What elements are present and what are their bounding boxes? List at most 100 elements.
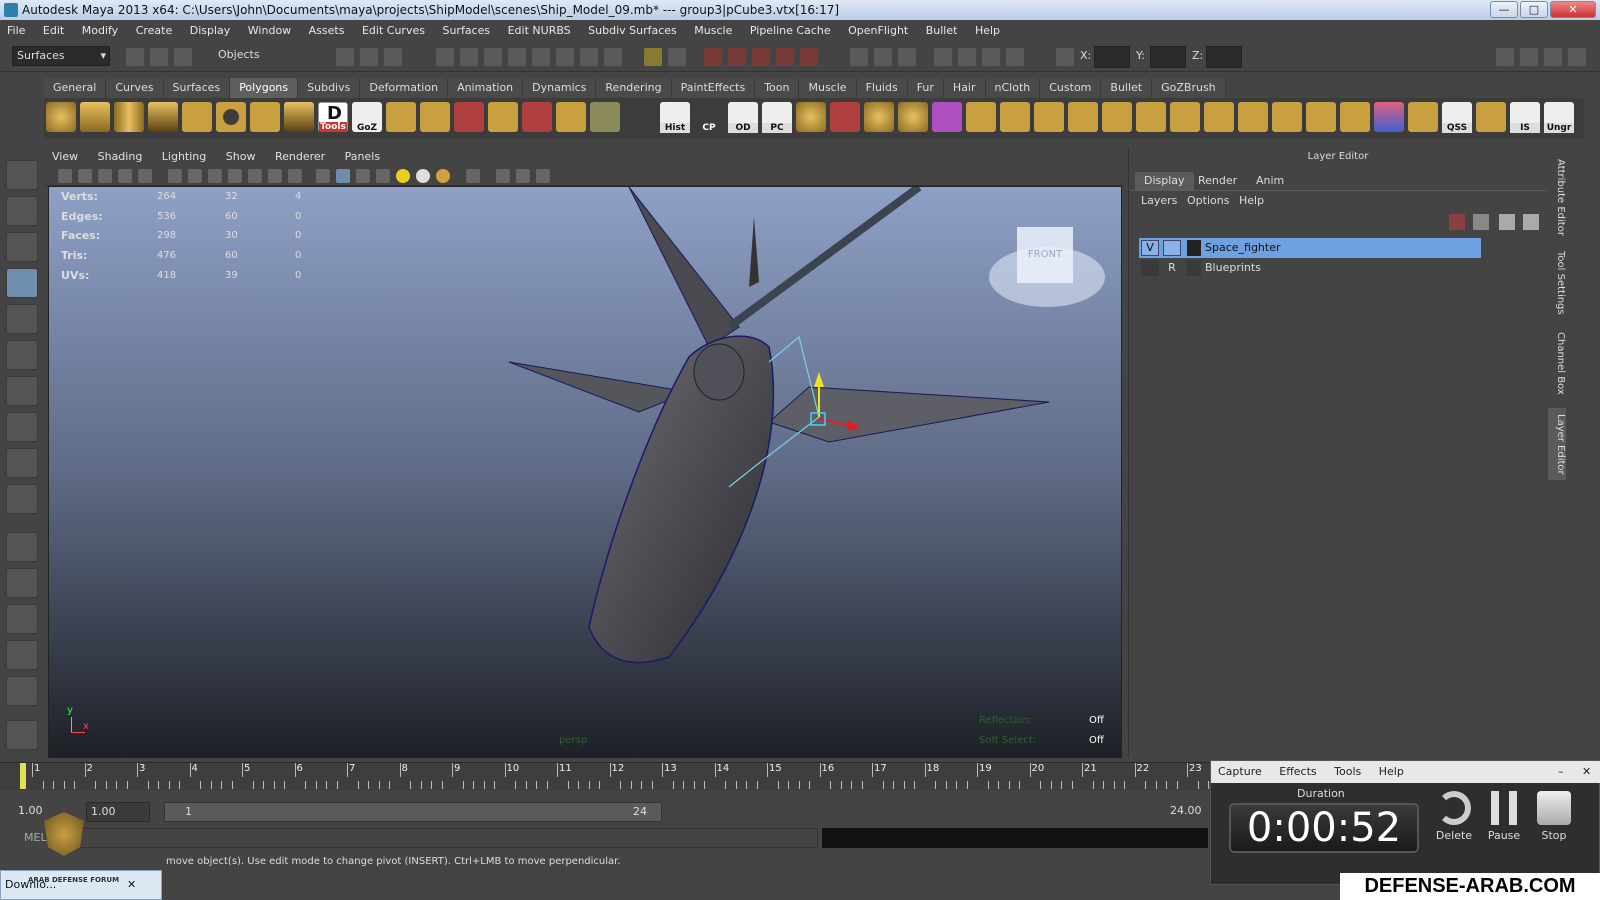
- layer-color-swatch[interactable]: [1187, 260, 1201, 276]
- persp-outliner-layout-icon[interactable]: [6, 604, 38, 634]
- new-layer-selected-icon[interactable]: [1473, 214, 1489, 230]
- menu-pipeline-cache[interactable]: Pipeline Cache: [743, 24, 838, 37]
- bridge-icon[interactable]: [1034, 102, 1064, 132]
- menu-openflight[interactable]: OpenFlight: [841, 24, 915, 37]
- capture-minimize-button[interactable]: –: [1551, 761, 1571, 783]
- menu-surfaces[interactable]: Surfaces: [435, 24, 497, 37]
- quadrangulate-icon[interactable]: [1272, 102, 1302, 132]
- menu-bullet[interactable]: Bullet: [919, 24, 965, 37]
- triangulate-icon[interactable]: [1238, 102, 1268, 132]
- transform-icon[interactable]: [1056, 48, 1074, 66]
- move-manipulator-y-arrow[interactable]: [814, 372, 824, 387]
- command-input[interactable]: [60, 828, 818, 848]
- wedge-icon[interactable]: [1102, 102, 1132, 132]
- scale-tool-icon[interactable]: [6, 340, 38, 370]
- viewport-menu-lighting[interactable]: Lighting: [154, 150, 214, 163]
- mel-script-icon[interactable]: [6, 720, 38, 750]
- mirror-icon[interactable]: [556, 102, 586, 132]
- textured-icon[interactable]: [376, 169, 390, 183]
- start-time-field[interactable]: 1.00: [18, 804, 43, 817]
- tab-gozbrush[interactable]: GoZBrush: [1152, 78, 1226, 98]
- channel-box-toggle-icon[interactable]: [1544, 48, 1562, 66]
- material-cube-icon[interactable]: [932, 102, 962, 132]
- tab-general[interactable]: General: [44, 78, 107, 98]
- hypershade-layout-icon[interactable]: [6, 676, 38, 706]
- paint-select-tool-icon[interactable]: [6, 232, 38, 262]
- menu-assets[interactable]: Assets: [302, 24, 352, 37]
- wireframe-icon[interactable]: [316, 169, 330, 183]
- capture-menu-effects[interactable]: Effects: [1272, 765, 1323, 778]
- menu-file[interactable]: File: [0, 24, 32, 37]
- menu-edit-nurbs[interactable]: Edit NURBS: [501, 24, 578, 37]
- poly-cylinder-icon[interactable]: [114, 102, 144, 132]
- pause-button[interactable]: Pause: [1479, 789, 1529, 842]
- render-view-icon[interactable]: [874, 48, 892, 66]
- sphere-map-icon[interactable]: [864, 102, 894, 132]
- hypershade-icon[interactable]: [982, 48, 1000, 66]
- extract-icon[interactable]: [454, 102, 484, 132]
- snap-plane-icon[interactable]: [508, 48, 526, 66]
- tab-deformation[interactable]: Deformation: [360, 78, 449, 98]
- magnet-icon-3[interactable]: [752, 48, 770, 66]
- tab-attribute-editor[interactable]: Attribute Editor: [1548, 156, 1566, 238]
- outliner-icon[interactable]: [1006, 48, 1024, 66]
- tab-custom[interactable]: Custom: [1040, 78, 1102, 98]
- film-gate-icon[interactable]: [188, 169, 202, 183]
- stop-button[interactable]: Stop: [1529, 789, 1579, 842]
- viewport-menu-panels[interactable]: Panels: [337, 150, 388, 163]
- gate-mask-icon[interactable]: [228, 169, 242, 183]
- reduce-icon[interactable]: [1306, 102, 1336, 132]
- capture-menu-capture[interactable]: Capture: [1211, 765, 1269, 778]
- bookmark-icon[interactable]: [98, 169, 112, 183]
- menu-create[interactable]: Create: [129, 24, 180, 37]
- tab-fur[interactable]: Fur: [907, 78, 944, 98]
- viewport-menu-view[interactable]: View: [44, 150, 86, 163]
- fill-hole-icon[interactable]: [590, 102, 620, 132]
- attribute-editor-toggle-icon[interactable]: [1496, 48, 1514, 66]
- tab-display[interactable]: Display: [1135, 172, 1194, 190]
- capture-menu-help[interactable]: Help: [1372, 765, 1411, 778]
- tab-render[interactable]: Render: [1189, 172, 1246, 190]
- soften-edge-icon[interactable]: [1374, 102, 1404, 132]
- snap-grid-icon[interactable]: [436, 48, 454, 66]
- tab-anim[interactable]: Anim: [1247, 172, 1293, 190]
- tab-dynamics[interactable]: Dynamics: [523, 78, 597, 98]
- layer-reference-toggle[interactable]: R: [1163, 260, 1181, 276]
- move-tool-icon[interactable]: [6, 268, 38, 298]
- snap-curve-icon[interactable]: [460, 48, 478, 66]
- menu-muscle[interactable]: Muscle: [687, 24, 739, 37]
- x-field[interactable]: [1094, 46, 1130, 68]
- select-hierarchy-icon[interactable]: [336, 48, 354, 66]
- wrap-icon[interactable]: [898, 102, 928, 132]
- select-component-icon[interactable]: [384, 48, 402, 66]
- move-layer-up-icon[interactable]: [1499, 214, 1515, 230]
- cp-icon[interactable]: CP: [694, 102, 724, 133]
- hud-toggle-icon[interactable]: [536, 169, 550, 183]
- download-close-icon[interactable]: ✕: [127, 871, 136, 899]
- tab-layer-editor[interactable]: Layer Editor: [1548, 408, 1566, 480]
- menu-subdiv-surfaces[interactable]: Subdiv Surfaces: [581, 24, 684, 37]
- render-frame-icon[interactable]: [898, 48, 916, 66]
- append-icon[interactable]: [1068, 102, 1098, 132]
- magnet-icon-5[interactable]: [800, 48, 818, 66]
- new-layer-empty-icon[interactable]: [1449, 214, 1465, 230]
- save-scene-icon[interactable]: [174, 48, 192, 66]
- xray-joints-icon[interactable]: [516, 169, 530, 183]
- tab-hair[interactable]: Hair: [943, 78, 986, 98]
- tab-ncloth[interactable]: nCloth: [985, 78, 1041, 98]
- layer-menu-options[interactable]: Options: [1187, 194, 1229, 207]
- universal-manipulator-icon[interactable]: [6, 376, 38, 406]
- last-tool-icon[interactable]: [6, 484, 38, 514]
- layer-row-blueprints[interactable]: R Blueprints: [1139, 258, 1481, 278]
- hist-icon[interactable]: Hist: [660, 102, 690, 133]
- tab-painteffects[interactable]: PaintEffects: [671, 78, 756, 98]
- menu-modify[interactable]: Modify: [75, 24, 125, 37]
- dtools-icon[interactable]: D Tools: [318, 102, 348, 132]
- merge-icon[interactable]: [1136, 102, 1166, 132]
- split-polygon-icon[interactable]: [830, 102, 860, 132]
- select-tool-icon[interactable]: [6, 160, 38, 190]
- goz-icon[interactable]: GoZ: [352, 102, 382, 133]
- lock-icon[interactable]: [644, 48, 662, 66]
- shadows-icon[interactable]: [436, 169, 450, 183]
- delete-button[interactable]: Delete: [1429, 789, 1479, 842]
